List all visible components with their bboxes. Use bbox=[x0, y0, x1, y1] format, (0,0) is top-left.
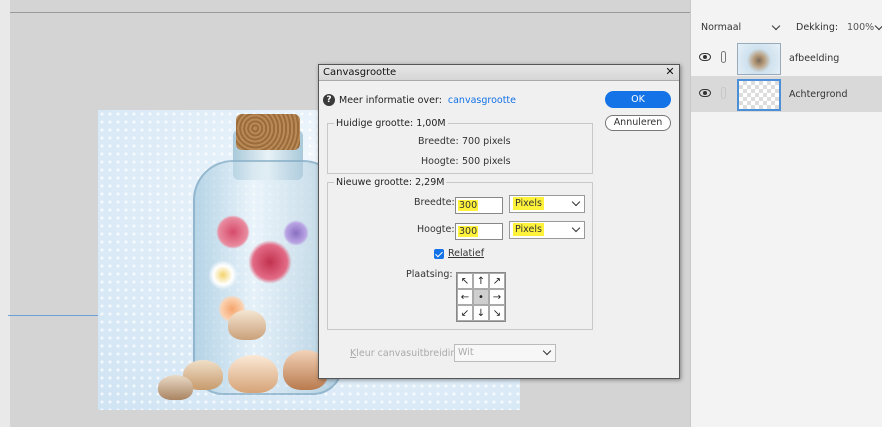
anchor-left[interactable]: ← bbox=[457, 289, 473, 305]
anchor-bottom-left[interactable]: ↙ bbox=[457, 305, 473, 321]
workspace-top-divider bbox=[10, 12, 690, 13]
info-text: Meer informatie over: bbox=[339, 94, 442, 106]
layer-row-achtergrond[interactable]: Achtergrond bbox=[691, 76, 882, 112]
chevron-down-icon bbox=[571, 223, 581, 233]
flower bbox=[248, 240, 292, 284]
flower bbox=[216, 215, 250, 249]
cancel-button[interactable]: Annuleren bbox=[605, 115, 671, 131]
height-unit-select[interactable]: Pixels bbox=[509, 221, 585, 239]
layer-thumbnail bbox=[737, 43, 781, 75]
dialog-title: Canvasgrootte bbox=[323, 67, 397, 78]
current-height-label: Hoogte: bbox=[421, 156, 459, 167]
flower bbox=[283, 220, 309, 246]
anchor-label: Plaatsing: bbox=[406, 269, 453, 280]
relative-label: Relatief bbox=[448, 248, 485, 259]
canvas-size-dialog: Canvasgrootte ✕ ? Meer informatie over: … bbox=[318, 64, 680, 379]
seashell bbox=[228, 310, 266, 340]
current-height-value: 500 pixels bbox=[462, 156, 511, 167]
ok-button[interactable]: OK bbox=[605, 91, 671, 108]
blend-mode-select[interactable]: Normaal bbox=[701, 22, 741, 33]
anchor-bottom-right[interactable]: ↘ bbox=[489, 305, 505, 321]
seashell bbox=[158, 375, 193, 400]
current-size-title: Huidige grootte: 1,00M bbox=[334, 118, 448, 129]
anchor-bottom[interactable]: ↓ bbox=[473, 305, 489, 321]
anchor-grid: ↖ ↑ ↗ ← • → ↙ ↓ ↘ bbox=[456, 272, 506, 322]
canvas-workspace[interactable]: Canvasgrootte ✕ ? Meer informatie over: … bbox=[0, 0, 690, 427]
width-input[interactable]: 300 bbox=[455, 197, 503, 214]
height-input-value: 300 bbox=[458, 226, 479, 237]
anchor-top-right[interactable]: ↗ bbox=[489, 273, 505, 289]
layer-row-afbeelding[interactable]: afbeelding bbox=[691, 40, 882, 76]
extension-color-value: Wit bbox=[458, 347, 474, 358]
link-icon[interactable] bbox=[721, 51, 726, 63]
layer-name: afbeelding bbox=[789, 53, 840, 64]
anchor-right[interactable]: → bbox=[489, 289, 505, 305]
eye-icon[interactable] bbox=[699, 53, 711, 61]
help-icon: ? bbox=[323, 94, 335, 106]
width-unit-select[interactable]: Pixels bbox=[509, 195, 585, 213]
width-input-value: 300 bbox=[458, 200, 479, 211]
layers-panel: Normaal Dekking: 100% afbeelding Achterg… bbox=[690, 0, 882, 427]
flower bbox=[208, 260, 238, 290]
chevron-down-icon bbox=[571, 197, 581, 207]
anchor-top[interactable]: ↑ bbox=[473, 273, 489, 289]
extension-color-select[interactable]: Wit bbox=[454, 344, 556, 362]
new-width-label: Breedte: bbox=[414, 197, 455, 208]
new-height-label: Hoogte: bbox=[417, 224, 455, 235]
extension-color-label: Kleur canvasuitbreiding: bbox=[350, 348, 466, 359]
guide-line bbox=[8, 315, 100, 316]
opacity-label: Dekking: bbox=[796, 22, 839, 33]
bottle-cork bbox=[236, 114, 300, 150]
opacity-value[interactable]: 100% bbox=[847, 22, 874, 33]
height-unit-value: Pixels bbox=[513, 223, 544, 236]
current-width-label: Breedte: bbox=[418, 136, 459, 147]
info-row: ? Meer informatie over: canvasgrootte bbox=[323, 94, 516, 106]
layer-name: Achtergrond bbox=[789, 89, 848, 100]
chevron-down-icon bbox=[542, 346, 552, 356]
anchor-top-left[interactable]: ↖ bbox=[457, 273, 473, 289]
dialog-titlebar[interactable]: Canvasgrootte ✕ bbox=[319, 65, 679, 81]
height-input[interactable]: 300 bbox=[455, 223, 503, 240]
info-link[interactable]: canvasgrootte bbox=[448, 95, 516, 106]
new-size-title: Nieuwe grootte: 2,29M bbox=[334, 177, 447, 188]
anchor-center[interactable]: • bbox=[473, 289, 489, 305]
width-unit-value: Pixels bbox=[513, 197, 544, 210]
current-size-group: Huidige grootte: 1,00M Breedte: 700 pixe… bbox=[327, 118, 593, 174]
relative-checkbox[interactable] bbox=[434, 249, 444, 259]
chevron-down-icon[interactable] bbox=[874, 21, 882, 31]
layer-thumbnail bbox=[737, 79, 781, 111]
current-width-value: 700 pixels bbox=[462, 136, 511, 147]
chevron-down-icon[interactable] bbox=[771, 21, 781, 31]
seashell bbox=[228, 355, 278, 393]
layers-panel-header: Normaal Dekking: 100% bbox=[691, 0, 882, 38]
close-icon[interactable]: ✕ bbox=[664, 66, 676, 78]
eye-icon[interactable] bbox=[699, 89, 711, 97]
left-edge-strip bbox=[0, 0, 10, 427]
link-icon bbox=[721, 87, 726, 99]
